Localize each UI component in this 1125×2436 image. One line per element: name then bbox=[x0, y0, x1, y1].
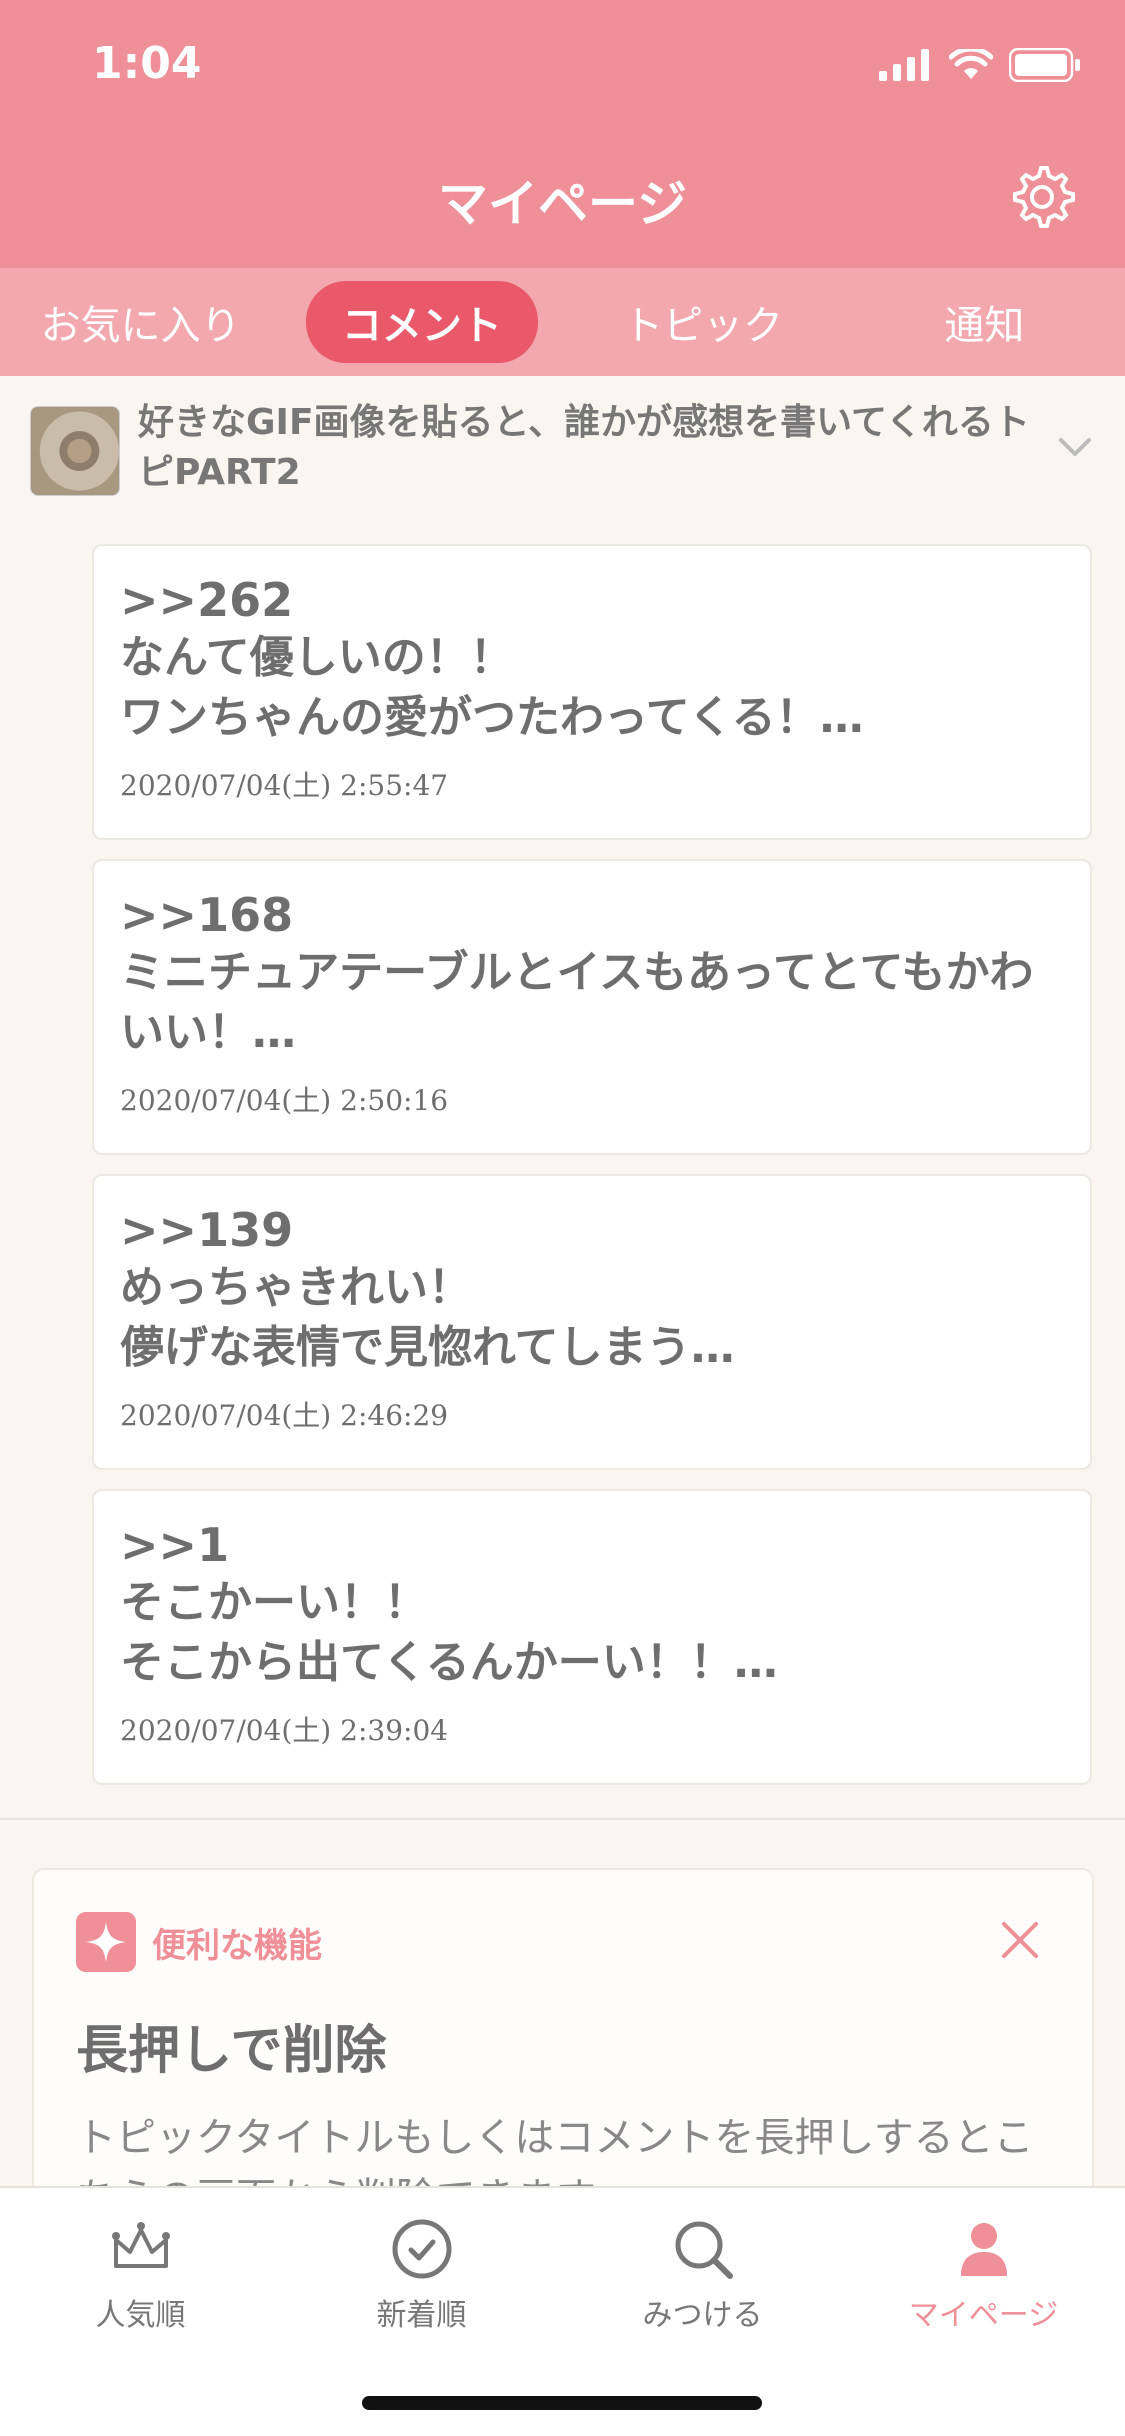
comment-card[interactable]: >>1 そこかーい！！ そこから出てくるんかーい！！… 2020/07/04(土… bbox=[92, 1489, 1092, 1785]
nav-popular[interactable]: 人気順 bbox=[0, 2214, 281, 2334]
comment-date: 2020/07/04(土) 2:39:04 bbox=[120, 1714, 449, 1747]
nav-label: みつける bbox=[642, 2298, 763, 2333]
comment-card[interactable]: >>262 なんて優しいの！！ ワンちゃんの愛がつたわってくる！… 2020/0… bbox=[92, 544, 1092, 840]
app-header: 1:04 マイページ bbox=[0, 0, 1125, 268]
comment-ref: >>168 bbox=[120, 888, 294, 942]
person-icon bbox=[960, 2223, 1007, 2276]
comment-date: 2020/07/04(土) 2:55:47 bbox=[120, 769, 449, 802]
search-icon bbox=[675, 2221, 733, 2279]
tab-notifications[interactable]: 通知 bbox=[844, 293, 1125, 351]
comment-ref: >>1 bbox=[120, 1518, 230, 1572]
tab-topics[interactable]: トピック bbox=[563, 293, 844, 351]
comment-ref: >>262 bbox=[120, 573, 294, 627]
topic-header[interactable]: 好きなGIF画像を貼ると、誰かが感想を書いてくれるトピPART2 bbox=[0, 376, 1125, 516]
tab-favorites[interactable]: お気に入り bbox=[0, 293, 281, 351]
nav-label: 新着順 bbox=[376, 2298, 467, 2333]
section-divider bbox=[0, 1818, 1125, 1820]
nav-new[interactable]: 新着順 bbox=[281, 2214, 562, 2334]
gear-icon[interactable] bbox=[1009, 164, 1075, 230]
signal-icon bbox=[879, 49, 929, 81]
nav-search[interactable]: みつける bbox=[562, 2214, 843, 2334]
tip-label: 便利な機能 bbox=[152, 1926, 322, 1966]
nav-mypage[interactable]: マイページ bbox=[843, 2214, 1124, 2334]
comment-date: 2020/07/04(土) 2:50:16 bbox=[120, 1084, 449, 1117]
close-icon[interactable] bbox=[998, 1918, 1042, 1962]
topic-thumbnail bbox=[30, 406, 120, 496]
comment-date: 2020/07/04(土) 2:46:29 bbox=[120, 1399, 449, 1432]
comment-card[interactable]: >>168 ミニチュアテーブルとイスもあってとてもかわいい！… 2020/07/… bbox=[92, 859, 1092, 1155]
tab-comments[interactable]: コメント bbox=[281, 281, 562, 363]
nav-label: 人気順 bbox=[95, 2298, 186, 2333]
comment-text: そこかーい！！ そこから出てくるんかーい！！… bbox=[120, 1577, 778, 1688]
clock-icon bbox=[392, 2219, 451, 2279]
comment-text: なんて優しいの！！ ワンちゃんの愛がつたわってくる！… bbox=[120, 632, 864, 743]
chevron-down-icon[interactable] bbox=[1053, 424, 1097, 468]
tab-bar: お気に入り コメント トピック 通知 bbox=[0, 268, 1125, 376]
comment-text: ミニチュアテーブルとイスもあってとてもかわいい！… bbox=[120, 947, 1034, 1058]
comment-card[interactable]: >>139 めっちゃきれい！ 儚げな表情で見惚れてしまう… 2020/07/04… bbox=[92, 1174, 1092, 1470]
nav-label: マイページ bbox=[908, 2298, 1059, 2333]
page-title: マイページ bbox=[438, 175, 687, 233]
battery-icon bbox=[1009, 48, 1080, 82]
tip-heading: 長押しで削除 bbox=[76, 2021, 387, 2081]
wifi-icon bbox=[949, 49, 993, 79]
status-icons bbox=[879, 48, 1081, 82]
topic-title: 好きなGIF画像を貼ると、誰かが感想を書いてくれるトピPART2 bbox=[138, 402, 1030, 493]
status-time: 1:04 bbox=[92, 38, 202, 89]
home-indicator bbox=[362, 2396, 762, 2410]
comment-ref: >>139 bbox=[120, 1203, 294, 1257]
sparkle-icon bbox=[76, 1912, 136, 1972]
comment-text: めっちゃきれい！ 儚げな表情で見惚れてしまう… bbox=[120, 1262, 735, 1373]
crown-icon bbox=[111, 2222, 170, 2268]
